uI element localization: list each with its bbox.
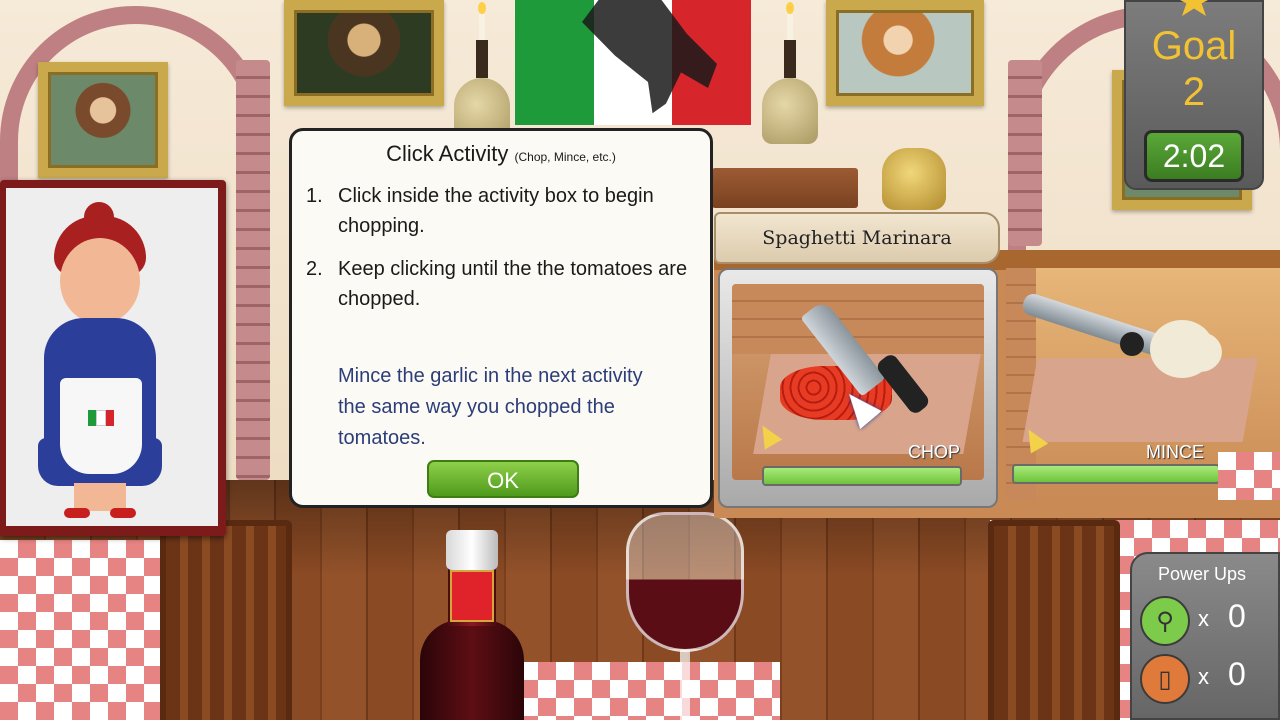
- painting-left: [38, 62, 168, 178]
- dialog-title: Click Activity (Chop, Mince, etc.): [292, 141, 710, 167]
- painting-venus: [826, 0, 984, 106]
- chef-portrait-card: [0, 180, 226, 536]
- mince-progress-bar: [1012, 464, 1220, 484]
- activity-label: MINCE: [1146, 442, 1204, 462]
- gold-bust-icon: [882, 148, 946, 210]
- countdown-timer: 2:02: [1144, 130, 1244, 182]
- instruction-step-text: Keep clicking until the the tomatoes are…: [338, 258, 688, 310]
- ok-button[interactable]: OK: [427, 460, 579, 498]
- shelf-wine-bottle-right: [762, 2, 818, 144]
- table-wine-bottle: [420, 530, 524, 720]
- apron-flag-icon: [88, 410, 114, 426]
- instruction-step: 1. Click inside the activity box to begi…: [306, 181, 702, 241]
- star-icon: [1174, 0, 1214, 16]
- goal-value: 2: [1182, 70, 1206, 114]
- tutorial-dialog: Click Activity (Chop, Mince, etc.) 1. Cl…: [289, 128, 713, 508]
- chef-shoe-left: [64, 508, 90, 518]
- instruction-step: 2. Keep clicking until the the tomatoes …: [306, 254, 702, 314]
- wine-glass: [626, 512, 744, 720]
- activity-box-mince[interactable]: MINCE: [1006, 268, 1280, 500]
- wall-shelf: [712, 168, 858, 208]
- recipe-banner: Spaghetti Marinara: [714, 212, 1000, 264]
- powerup-count: 0: [1228, 656, 1246, 692]
- whisk-icon[interactable]: ⚲: [1140, 596, 1190, 646]
- goal-label: Goal: [1151, 24, 1237, 68]
- shelf-wine-bottle-left: [454, 2, 510, 144]
- right-brick-column: [1008, 60, 1042, 246]
- right-chair: [988, 520, 1120, 720]
- recipe-name: Spaghetti Marinara: [762, 227, 952, 249]
- goal-panel: Goal 2 2:02: [1124, 0, 1264, 190]
- dialog-title-text: Click Activity: [386, 141, 509, 166]
- progress-fill: [1014, 466, 1218, 482]
- power-ups-panel: Power Ups ⚲ x 0 ▯ x 0: [1130, 552, 1280, 720]
- left-chair: [160, 520, 292, 720]
- chef-apron: [60, 378, 142, 474]
- chop-progress-bar: [762, 466, 962, 486]
- jar-icon[interactable]: ▯: [1140, 654, 1190, 704]
- chef-face: [60, 238, 140, 324]
- dialog-hint-text: Mince the garlic in the next activity th…: [338, 365, 643, 449]
- activity-box-chop[interactable]: CHOP: [718, 268, 998, 508]
- left-brick-column: [236, 60, 270, 480]
- cutting-board: [1022, 358, 1258, 442]
- powerup-count: 0: [1228, 598, 1246, 634]
- flag-green-stripe: [515, 0, 594, 125]
- activity-label: CHOP: [908, 442, 961, 462]
- chef-shoe-right: [110, 508, 136, 518]
- instruction-step-text: Click inside the activity box to begin c…: [338, 185, 654, 237]
- dialog-subtitle: (Chop, Mince, etc.): [514, 150, 616, 164]
- power-ups-title: Power Ups: [1157, 564, 1247, 584]
- chop-scene: CHOP: [732, 284, 984, 480]
- progress-fill: [764, 468, 960, 484]
- painting-mona-lisa: [284, 0, 444, 106]
